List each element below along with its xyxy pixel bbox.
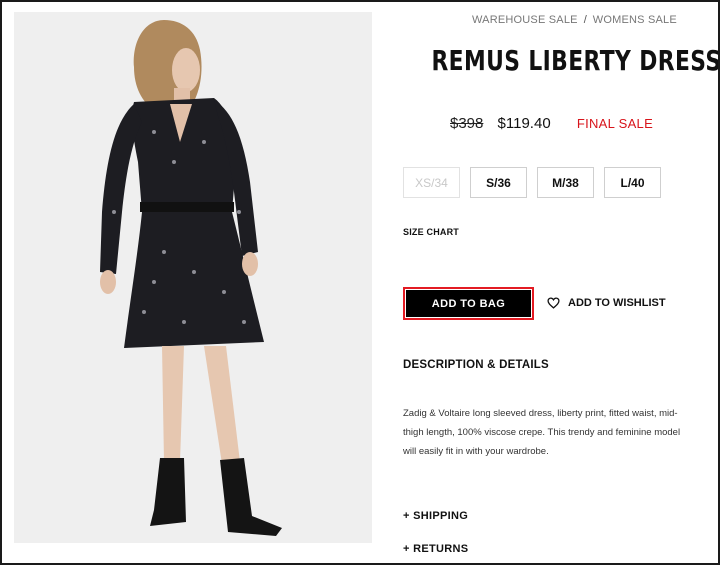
add-to-wishlist-button[interactable]: ADD TO WISHLIST bbox=[547, 297, 666, 309]
page-frame: WAREHOUSE SALE / WOMENS SALE REMUS LIBERTY… bbox=[0, 0, 720, 565]
price-row: $398 $119.40 FINAL SALE bbox=[450, 115, 653, 132]
product-image[interactable] bbox=[14, 12, 372, 543]
model-wearing-dress-image bbox=[14, 12, 372, 543]
final-sale-badge: FINAL SALE bbox=[576, 116, 654, 131]
sale-price: $119.40 bbox=[497, 115, 551, 132]
wishlist-label: ADD TO WISHLIST bbox=[568, 297, 666, 309]
product-title: REMUS LIBERTY DRESS bbox=[431, 44, 720, 77]
size-option-xs34: XS/34 bbox=[403, 167, 460, 198]
breadcrumb-warehouse-sale[interactable]: WAREHOUSE SALE bbox=[472, 14, 578, 26]
returns-accordion[interactable]: + RETURNS bbox=[403, 543, 468, 555]
add-to-bag-label: ADD TO BAG bbox=[406, 290, 531, 317]
size-chart-link[interactable]: SIZE CHART bbox=[403, 227, 459, 237]
breadcrumb-womens-sale[interactable]: WOMENS SALE bbox=[593, 14, 677, 26]
description-text: Zadig & Voltaire long sleeved dress, lib… bbox=[403, 408, 681, 457]
size-option-l40[interactable]: L/40 bbox=[604, 167, 661, 198]
add-to-bag-button[interactable]: ADD TO BAG bbox=[403, 287, 534, 320]
size-selector: XS/34 S/36 M/38 L/40 bbox=[403, 167, 661, 198]
breadcrumb: WAREHOUSE SALE / WOMENS SALE bbox=[472, 14, 677, 26]
shipping-accordion[interactable]: + SHIPPING bbox=[403, 510, 468, 522]
breadcrumb-separator: / bbox=[583, 14, 587, 26]
size-option-s36[interactable]: S/36 bbox=[470, 167, 527, 198]
original-price: $398 bbox=[450, 115, 484, 132]
heart-icon bbox=[547, 297, 560, 309]
size-option-m38[interactable]: M/38 bbox=[537, 167, 594, 198]
description-heading: DESCRIPTION & DETAILS bbox=[403, 359, 549, 371]
